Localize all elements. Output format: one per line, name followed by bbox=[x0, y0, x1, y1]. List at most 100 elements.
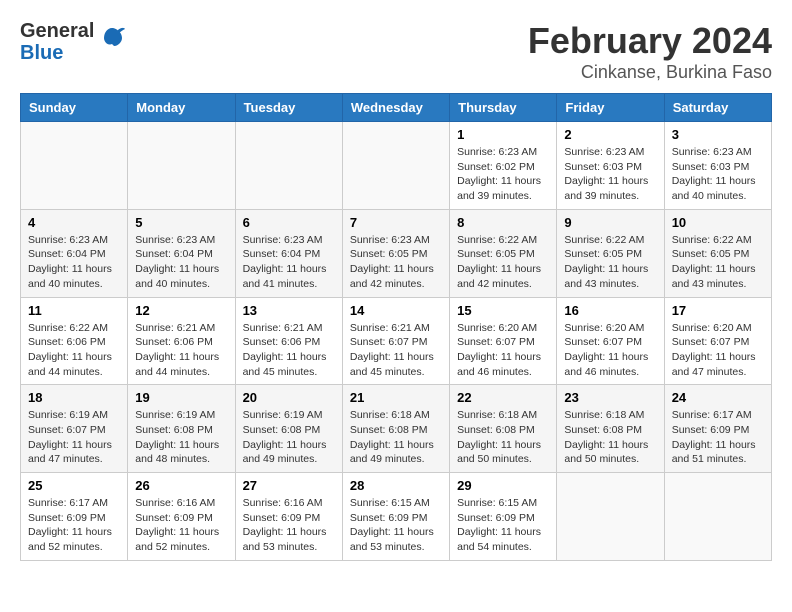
day-info: Sunrise: 6:21 AM Sunset: 6:06 PM Dayligh… bbox=[243, 321, 335, 380]
calendar-week-row: 1 Sunrise: 6:23 AM Sunset: 6:02 PM Daylig… bbox=[21, 122, 772, 210]
logo-blue-text: Blue bbox=[20, 42, 94, 64]
day-number: 1 bbox=[457, 127, 549, 142]
day-number: 6 bbox=[243, 215, 335, 230]
calendar-cell: 23 Sunrise: 6:18 AM Sunset: 6:08 PM Dayli… bbox=[557, 385, 664, 473]
calendar-cell: 5Sunrise: 6:23 AM Sunset: 6:04 PM Daylig… bbox=[128, 209, 235, 297]
calendar-cell: 8 Sunrise: 6:22 AM Sunset: 6:05 PM Daylig… bbox=[450, 209, 557, 297]
day-info: Sunrise: 6:23 AM Sunset: 6:04 PM Dayligh… bbox=[243, 233, 335, 292]
calendar-week-row: 11 Sunrise: 6:22 AM Sunset: 6:06 PM Dayli… bbox=[21, 297, 772, 385]
day-number: 16 bbox=[564, 303, 656, 318]
day-number: 9 bbox=[564, 215, 656, 230]
calendar-body: 1 Sunrise: 6:23 AM Sunset: 6:02 PM Daylig… bbox=[21, 122, 772, 561]
calendar-cell: 21 Sunrise: 6:18 AM Sunset: 6:08 PM Dayli… bbox=[342, 385, 449, 473]
calendar-week-row: 25 Sunrise: 6:17 AM Sunset: 6:09 PM Dayli… bbox=[21, 473, 772, 561]
day-info: Sunrise: 6:22 AM Sunset: 6:06 PM Dayligh… bbox=[28, 321, 120, 380]
calendar-cell: 20Sunrise: 6:19 AM Sunset: 6:08 PM Dayli… bbox=[235, 385, 342, 473]
day-info: Sunrise: 6:22 AM Sunset: 6:05 PM Dayligh… bbox=[457, 233, 549, 292]
day-info: Sunrise: 6:16 AM Sunset: 6:09 PM Dayligh… bbox=[135, 496, 227, 555]
calendar-cell: 25 Sunrise: 6:17 AM Sunset: 6:09 PM Dayli… bbox=[21, 473, 128, 561]
calendar-day-header: Friday bbox=[557, 94, 664, 122]
calendar-cell: 7 Sunrise: 6:23 AM Sunset: 6:05 PM Daylig… bbox=[342, 209, 449, 297]
page-header: General Blue February 2024 Cinkanse, Bur… bbox=[20, 20, 772, 83]
day-info: Sunrise: 6:18 AM Sunset: 6:08 PM Dayligh… bbox=[564, 408, 656, 467]
day-info: Sunrise: 6:18 AM Sunset: 6:08 PM Dayligh… bbox=[457, 408, 549, 467]
logo-general-text: General bbox=[20, 20, 94, 42]
day-number: 29 bbox=[457, 478, 549, 493]
calendar-cell bbox=[557, 473, 664, 561]
day-info: Sunrise: 6:17 AM Sunset: 6:09 PM Dayligh… bbox=[672, 408, 764, 467]
calendar-day-header: Monday bbox=[128, 94, 235, 122]
calendar-cell: 16 Sunrise: 6:20 AM Sunset: 6:07 PM Dayli… bbox=[557, 297, 664, 385]
day-info: Sunrise: 6:23 AM Sunset: 6:05 PM Dayligh… bbox=[350, 233, 442, 292]
day-number: 26 bbox=[135, 478, 227, 493]
calendar-cell: 24 Sunrise: 6:17 AM Sunset: 6:09 PM Dayli… bbox=[664, 385, 771, 473]
day-number: 11 bbox=[28, 303, 120, 318]
day-info: Sunrise: 6:21 AM Sunset: 6:06 PM Dayligh… bbox=[135, 321, 227, 380]
calendar-cell: 1 Sunrise: 6:23 AM Sunset: 6:02 PM Daylig… bbox=[450, 122, 557, 210]
calendar-cell: 17Sunrise: 6:20 AM Sunset: 6:07 PM Dayli… bbox=[664, 297, 771, 385]
day-number: 18 bbox=[28, 390, 120, 405]
calendar-cell bbox=[21, 122, 128, 210]
calendar-cell: 4 Sunrise: 6:23 AM Sunset: 6:04 PM Daylig… bbox=[21, 209, 128, 297]
day-info: Sunrise: 6:20 AM Sunset: 6:07 PM Dayligh… bbox=[564, 321, 656, 380]
location-title: Cinkanse, Burkina Faso bbox=[528, 62, 772, 83]
calendar-cell: 13 Sunrise: 6:21 AM Sunset: 6:06 PM Dayli… bbox=[235, 297, 342, 385]
calendar-cell: 11 Sunrise: 6:22 AM Sunset: 6:06 PM Dayli… bbox=[21, 297, 128, 385]
calendar-cell: 29 Sunrise: 6:15 AM Sunset: 6:09 PM Dayli… bbox=[450, 473, 557, 561]
day-info: Sunrise: 6:15 AM Sunset: 6:09 PM Dayligh… bbox=[457, 496, 549, 555]
calendar-cell: 15Sunrise: 6:20 AM Sunset: 6:07 PM Dayli… bbox=[450, 297, 557, 385]
calendar-cell: 18Sunrise: 6:19 AM Sunset: 6:07 PM Dayli… bbox=[21, 385, 128, 473]
calendar-cell: 12 Sunrise: 6:21 AM Sunset: 6:06 PM Dayli… bbox=[128, 297, 235, 385]
day-number: 4 bbox=[28, 215, 120, 230]
calendar-day-header: Sunday bbox=[21, 94, 128, 122]
day-number: 24 bbox=[672, 390, 764, 405]
day-number: 12 bbox=[135, 303, 227, 318]
day-number: 13 bbox=[243, 303, 335, 318]
calendar-cell: 28Sunrise: 6:15 AM Sunset: 6:09 PM Dayli… bbox=[342, 473, 449, 561]
calendar-cell: 14 Sunrise: 6:21 AM Sunset: 6:07 PM Dayli… bbox=[342, 297, 449, 385]
calendar-cell bbox=[235, 122, 342, 210]
day-number: 19 bbox=[135, 390, 227, 405]
calendar-header-row: SundayMondayTuesdayWednesdayThursdayFrid… bbox=[21, 94, 772, 122]
calendar-cell: 3 Sunrise: 6:23 AM Sunset: 6:03 PM Daylig… bbox=[664, 122, 771, 210]
calendar-day-header: Thursday bbox=[450, 94, 557, 122]
day-info: Sunrise: 6:23 AM Sunset: 6:04 PM Dayligh… bbox=[28, 233, 120, 292]
day-number: 10 bbox=[672, 215, 764, 230]
day-info: Sunrise: 6:23 AM Sunset: 6:04 PM Dayligh… bbox=[135, 233, 227, 292]
calendar-cell: 9Sunrise: 6:22 AM Sunset: 6:05 PM Daylig… bbox=[557, 209, 664, 297]
day-info: Sunrise: 6:23 AM Sunset: 6:02 PM Dayligh… bbox=[457, 145, 549, 204]
day-number: 2 bbox=[564, 127, 656, 142]
logo-bird-icon bbox=[98, 24, 126, 57]
calendar-cell bbox=[664, 473, 771, 561]
day-info: Sunrise: 6:19 AM Sunset: 6:08 PM Dayligh… bbox=[135, 408, 227, 467]
day-number: 27 bbox=[243, 478, 335, 493]
calendar-day-header: Tuesday bbox=[235, 94, 342, 122]
calendar-cell bbox=[128, 122, 235, 210]
calendar-week-row: 18Sunrise: 6:19 AM Sunset: 6:07 PM Dayli… bbox=[21, 385, 772, 473]
calendar-day-header: Saturday bbox=[664, 94, 771, 122]
day-number: 25 bbox=[28, 478, 120, 493]
day-number: 21 bbox=[350, 390, 442, 405]
day-info: Sunrise: 6:21 AM Sunset: 6:07 PM Dayligh… bbox=[350, 321, 442, 380]
day-info: Sunrise: 6:18 AM Sunset: 6:08 PM Dayligh… bbox=[350, 408, 442, 467]
day-number: 23 bbox=[564, 390, 656, 405]
logo: General Blue bbox=[20, 20, 126, 64]
day-number: 7 bbox=[350, 215, 442, 230]
day-number: 8 bbox=[457, 215, 549, 230]
calendar-cell: 6 Sunrise: 6:23 AM Sunset: 6:04 PM Daylig… bbox=[235, 209, 342, 297]
day-info: Sunrise: 6:20 AM Sunset: 6:07 PM Dayligh… bbox=[672, 321, 764, 380]
day-info: Sunrise: 6:23 AM Sunset: 6:03 PM Dayligh… bbox=[672, 145, 764, 204]
month-title: February 2024 bbox=[528, 20, 772, 62]
calendar-cell: 19 Sunrise: 6:19 AM Sunset: 6:08 PM Dayli… bbox=[128, 385, 235, 473]
day-number: 20 bbox=[243, 390, 335, 405]
calendar-cell: 22Sunrise: 6:18 AM Sunset: 6:08 PM Dayli… bbox=[450, 385, 557, 473]
day-number: 3 bbox=[672, 127, 764, 142]
day-info: Sunrise: 6:22 AM Sunset: 6:05 PM Dayligh… bbox=[672, 233, 764, 292]
day-info: Sunrise: 6:16 AM Sunset: 6:09 PM Dayligh… bbox=[243, 496, 335, 555]
calendar-cell: 27 Sunrise: 6:16 AM Sunset: 6:09 PM Dayli… bbox=[235, 473, 342, 561]
day-info: Sunrise: 6:17 AM Sunset: 6:09 PM Dayligh… bbox=[28, 496, 120, 555]
calendar-cell: 26 Sunrise: 6:16 AM Sunset: 6:09 PM Dayli… bbox=[128, 473, 235, 561]
calendar-cell bbox=[342, 122, 449, 210]
calendar-table: SundayMondayTuesdayWednesdayThursdayFrid… bbox=[20, 93, 772, 561]
day-number: 14 bbox=[350, 303, 442, 318]
